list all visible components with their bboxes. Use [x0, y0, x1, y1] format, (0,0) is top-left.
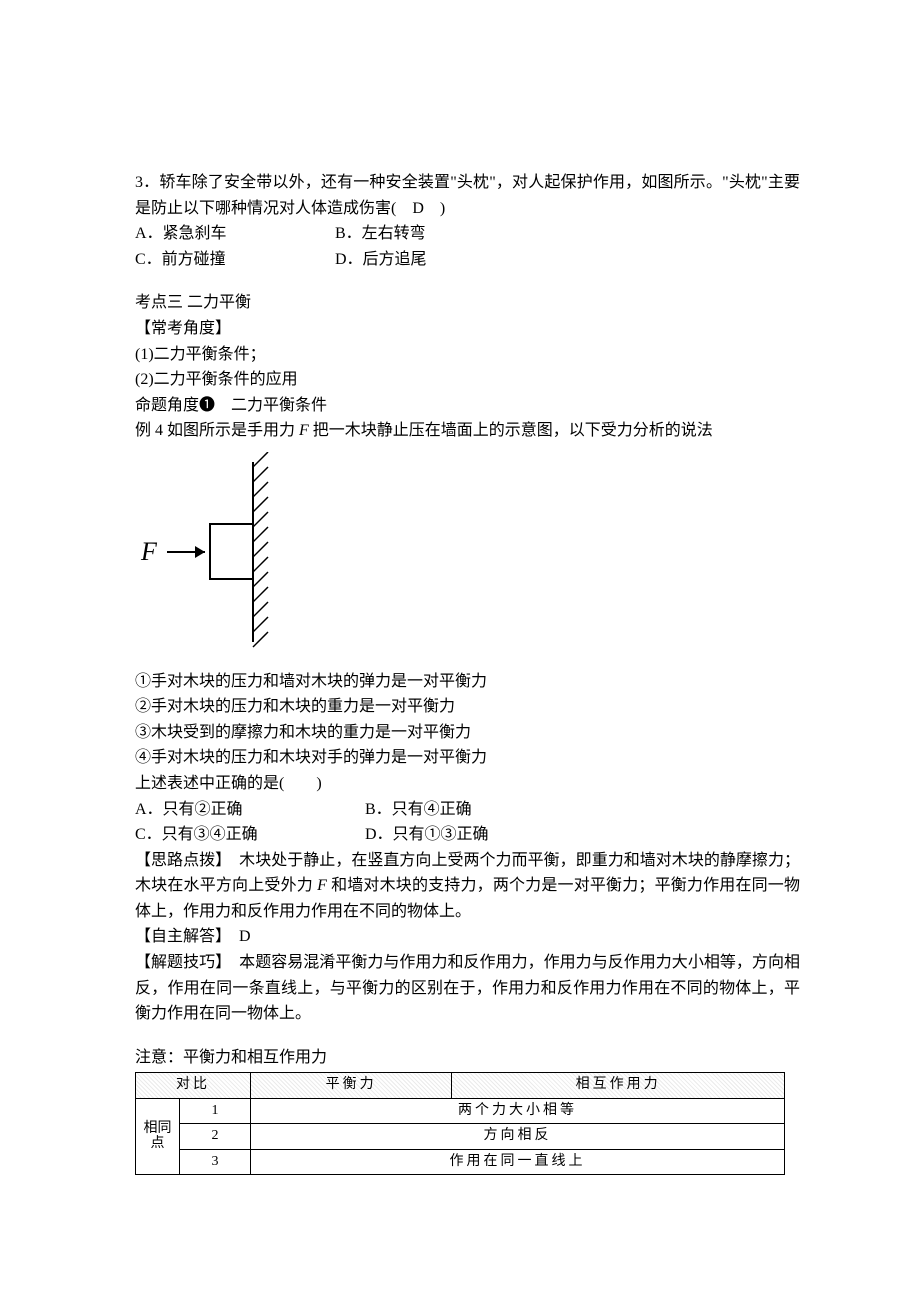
q4-stem-F: F — [299, 422, 309, 439]
q4-statement3: ③木块受到的摩擦力和木块的重力是一对平衡力 — [135, 720, 800, 746]
table-note: 注意：平衡力和相互作用力 — [135, 1045, 800, 1071]
table-header-row: 对比 平衡力 相互作用力 — [136, 1073, 785, 1098]
q3-option-d: D．后方追尾 — [335, 247, 535, 273]
td-row2: 方向相反 — [251, 1124, 785, 1149]
q3-option-a: A．紧急刹车 — [135, 221, 335, 247]
td-group-label: 相同点 — [136, 1098, 180, 1174]
block-on-wall-icon: F — [135, 452, 315, 652]
q3-options-row1: A．紧急刹车 B．左右转弯 — [135, 221, 800, 247]
q4-option-b: B．只有④正确 — [365, 797, 595, 823]
q4-option-c: C．只有③④正确 — [135, 822, 365, 848]
explain-block3: 【解题技巧】 本题容易混淆平衡力与作用力和反作用力，作用力与反作用力大小相等，方… — [135, 950, 800, 1027]
th-interaction: 相互作用力 — [452, 1073, 785, 1098]
table-row: 相同点 1 两个力大小相等 — [136, 1098, 785, 1123]
table-row: 3 作用在同一直线上 — [136, 1149, 785, 1174]
explain-h3: 【解题技巧】 — [135, 954, 239, 971]
q3-option-c: C．前方碰撞 — [135, 247, 335, 273]
q4-ask: 上述表述中正确的是( ) — [135, 771, 800, 797]
q4-statement2: ②手对木块的压力和木块的重力是一对平衡力 — [135, 694, 800, 720]
section3-angle: 命题角度❶ 二力平衡条件 — [135, 393, 800, 419]
comparison-table: 对比 平衡力 相互作用力 相同点 1 两个力大小相等 2 方向相反 3 作用在同… — [135, 1072, 785, 1175]
q3-option-b: B．左右转弯 — [335, 221, 535, 247]
th-compare: 对比 — [136, 1073, 251, 1098]
th-balance: 平衡力 — [251, 1073, 452, 1098]
td-num3: 3 — [180, 1149, 251, 1174]
section3-point2: (2)二力平衡条件的应用 — [135, 367, 800, 393]
q3-options-row2: C．前方碰撞 D．后方追尾 — [135, 247, 800, 273]
figure-force-label: F — [140, 537, 158, 566]
section3-heading: 【常考角度】 — [135, 316, 800, 342]
td-row1: 两个力大小相等 — [251, 1098, 785, 1123]
explain-t1F: F — [317, 877, 327, 894]
q4-options-row2: C．只有③④正确 D．只有①③正确 — [135, 822, 800, 848]
table-row: 2 方向相反 — [136, 1124, 785, 1149]
q3-stem: 3．轿车除了安全带以外，还有一种安全装置"头枕"，对人起保护作用，如图所示。"头… — [135, 170, 800, 221]
q4-statement1: ①手对木块的压力和墙对木块的弹力是一对平衡力 — [135, 669, 800, 695]
q4-option-d: D．只有①③正确 — [365, 822, 595, 848]
td-num1: 1 — [180, 1098, 251, 1123]
q4-stem-pre: 例 4 如图所示是手用力 — [135, 422, 299, 439]
td-row3: 作用在同一直线上 — [251, 1149, 785, 1174]
q4-option-a: A．只有②正确 — [135, 797, 365, 823]
explain-block1: 【思路点拨】 木块处于静止，在竖直方向上受两个力而平衡，即重力和墙对木块的静摩擦… — [135, 848, 800, 925]
q4-options-row1: A．只有②正确 B．只有④正确 — [135, 797, 800, 823]
q4-stem: 例 4 如图所示是手用力 F 把一木块静止压在墙面上的示意图，以下受力分析的说法 — [135, 418, 800, 444]
section3-point1: (1)二力平衡条件； — [135, 342, 800, 368]
q4-stem-post: 把一木块静止压在墙面上的示意图，以下受力分析的说法 — [309, 422, 713, 439]
document-page: 3．轿车除了安全带以外，还有一种安全装置"头枕"，对人起保护作用，如图所示。"头… — [0, 0, 920, 1302]
explain-h1: 【思路点拨】 — [135, 852, 239, 869]
td-num2: 2 — [180, 1124, 251, 1149]
section3-title: 考点三 二力平衡 — [135, 290, 800, 316]
q4-figure: F — [135, 452, 800, 661]
explain-answer: 【自主解答】 D — [135, 924, 800, 950]
q4-statement4: ④手对木块的压力和木块对手的弹力是一对平衡力 — [135, 745, 800, 771]
